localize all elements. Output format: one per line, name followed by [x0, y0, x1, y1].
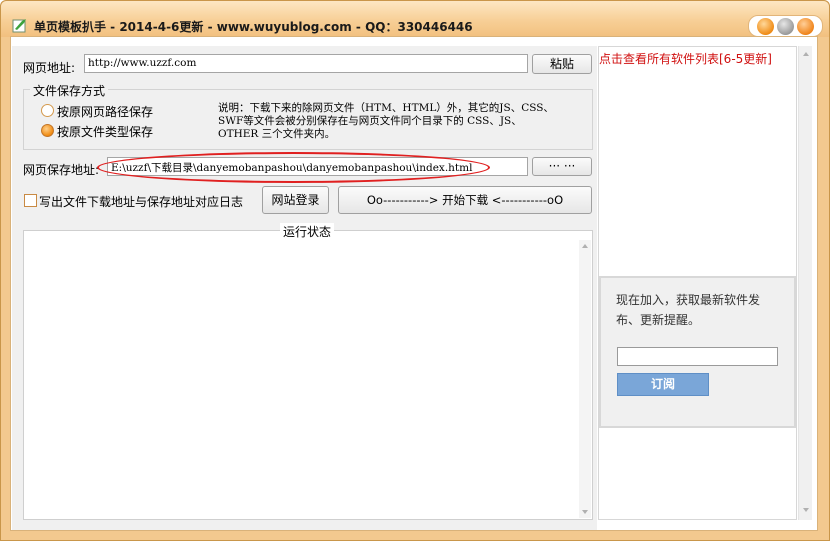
subscribe-button[interactable]: 订阅: [617, 373, 709, 396]
status-log-area[interactable]: [23, 230, 593, 520]
radio-original-path[interactable]: [41, 104, 54, 117]
radio-file-type[interactable]: [41, 124, 54, 137]
minimize-button[interactable]: [757, 17, 774, 35]
save-path-label: 网页保存地址:: [23, 163, 100, 177]
scroll-down-arrow-icon[interactable]: [582, 510, 588, 514]
app-icon: [12, 19, 26, 33]
status-title: 运行状态: [280, 223, 335, 240]
radio-original-path-label[interactable]: 按原网页路径保存: [57, 103, 153, 120]
subscribe-text: 现在加入，获取最新软件发布、更新提醒。: [616, 293, 761, 327]
description-line: 说明：下载下来的除网页文件（HTM、HTML）外，其它的JS、CSS、: [218, 102, 554, 114]
maximize-button[interactable]: [777, 17, 794, 35]
radio-file-type-label[interactable]: 按原文件类型保存: [57, 123, 153, 140]
scroll-down-arrow-icon[interactable]: [803, 508, 809, 512]
save-mode-description: 说明：下载下来的除网页文件（HTM、HTML）外，其它的JS、CSS、 SWF等…: [218, 102, 554, 141]
url-input[interactable]: http://www.uzzf.com: [84, 54, 528, 73]
site-login-button[interactable]: 网站登录: [262, 186, 329, 214]
window-controls: [748, 15, 823, 37]
close-button[interactable]: [797, 17, 814, 35]
save-mode-group-title: 文件保存方式: [30, 82, 109, 99]
software-list-link[interactable]: 点击查看所有软件列表[6-5更新]: [599, 50, 772, 67]
start-download-button[interactable]: Oo-----------> 开始下载 <-----------oO: [338, 186, 592, 214]
url-label: 网页地址:: [23, 61, 76, 75]
description-line: SWF等文件会被分别保存在与网页文件同个目录下的 CSS、JS、: [218, 115, 522, 127]
highlight-oval: [97, 152, 490, 183]
description-line: OTHER 三个文件夹内。: [218, 128, 336, 140]
subscribe-email-input[interactable]: [617, 347, 778, 366]
scroll-up-arrow-icon[interactable]: [803, 52, 809, 56]
log-checkbox[interactable]: [24, 194, 37, 207]
sidebar-scrollbar[interactable]: [798, 46, 812, 520]
paste-button[interactable]: 粘贴: [532, 54, 592, 74]
log-checkbox-label[interactable]: 写出文件下载地址与保存地址对应日志: [39, 193, 243, 210]
browse-button[interactable]: ··· ···: [532, 157, 592, 176]
window-title: 单页模板扒手 - 2014-4-6更新 - www.wuyublog.com -…: [34, 20, 473, 34]
scroll-up-arrow-icon[interactable]: [582, 244, 588, 248]
title-bar[interactable]: 单页模板扒手 - 2014-4-6更新 - www.wuyublog.com -…: [1, 1, 829, 37]
log-scrollbar[interactable]: [579, 240, 591, 518]
